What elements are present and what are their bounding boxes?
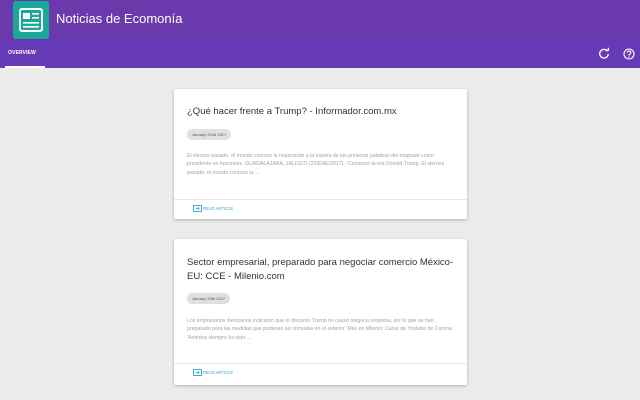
article-title: Sector empresarial, preparado para negoc… — [187, 257, 454, 282]
tab-bar: OVERVIEW — [0, 40, 640, 68]
article-summary: Los empresarios mexicanos indicaron que … — [187, 318, 452, 341]
article-date-chip: January 20th 2017 — [187, 293, 231, 304]
article-card: Sector empresarial, preparado para negoc… — [174, 239, 467, 385]
article-summary: El viernes pasado, el mundo contuvo la r… — [187, 153, 445, 176]
tab-overview[interactable]: OVERVIEW — [3, 40, 45, 68]
help-icon[interactable] — [622, 47, 636, 61]
read-article-label: READ ARTICLE — [203, 370, 234, 375]
open-in-icon — [193, 205, 202, 213]
open-in-icon — [193, 369, 202, 377]
app-header: Noticias de Ecomonía — [0, 0, 640, 40]
read-article-button[interactable]: READ ARTICLE — [193, 204, 233, 213]
active-tab-indicator — [5, 66, 45, 68]
card-divider — [174, 363, 467, 364]
article-date-chip: January 22nd 2017 — [187, 129, 232, 140]
article-card: ¿Qué hacer frente a Trump? - Informador.… — [174, 89, 467, 219]
app-title: Noticias de Ecomonía — [56, 11, 183, 26]
card-divider — [174, 199, 467, 200]
refresh-icon[interactable] — [597, 47, 611, 61]
read-article-button[interactable]: READ ARTICLE — [193, 368, 233, 377]
read-article-label: READ ARTICLE — [203, 206, 234, 211]
article-title: ¿Qué hacer frente a Trump? - Informador.… — [187, 106, 397, 117]
tab-overview-label: OVERVIEW — [8, 50, 36, 56]
newspaper-icon — [13, 1, 49, 39]
